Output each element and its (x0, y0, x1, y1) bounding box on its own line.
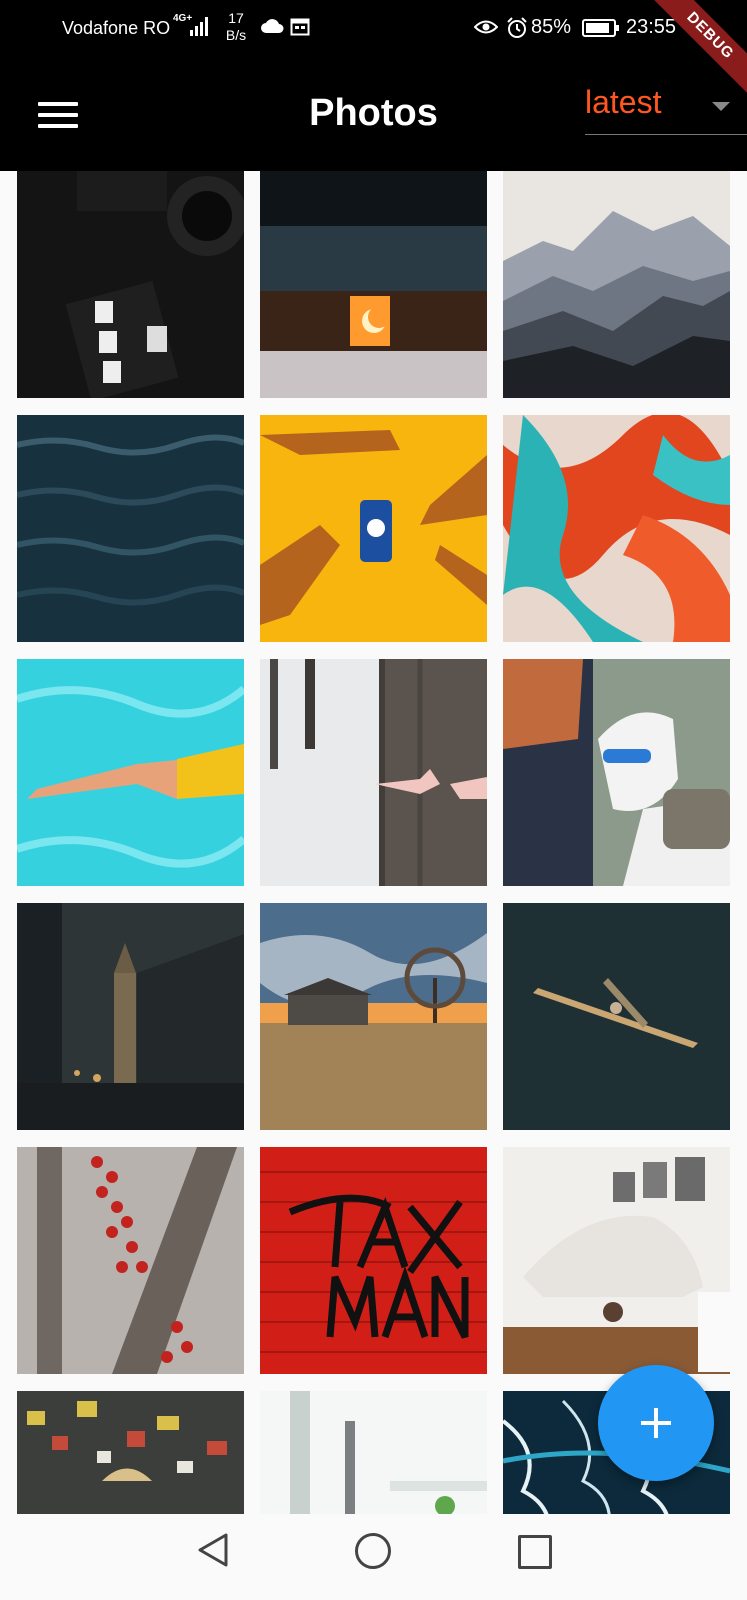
photo-image (17, 1391, 244, 1514)
photo-image (503, 415, 730, 642)
photo-image (260, 1391, 487, 1514)
photo-image (503, 903, 730, 1130)
photo-image (17, 415, 244, 642)
photo-tile[interactable] (260, 1391, 487, 1514)
alarm-icon (507, 17, 527, 38)
speed-value: 17 (228, 10, 244, 26)
photo-tile[interactable] (260, 659, 487, 886)
photo-tile[interactable] (503, 1147, 730, 1374)
photo-image (17, 1147, 244, 1374)
photo-image (260, 1147, 487, 1374)
photo-tile[interactable] (17, 1391, 244, 1514)
photo-image (260, 903, 487, 1130)
photo-tile[interactable] (260, 1147, 487, 1374)
photo-image (260, 415, 487, 642)
photo-tile[interactable] (17, 1147, 244, 1374)
photo-tile[interactable] (503, 171, 730, 398)
photo-tile[interactable] (17, 415, 244, 642)
photo-tile[interactable] (260, 415, 487, 642)
photo-tile[interactable] (260, 171, 487, 398)
debug-label: DEBUG (647, 0, 747, 99)
photo-grid (0, 171, 747, 1514)
photo-image (17, 171, 244, 398)
battery-percent: 85% (531, 16, 572, 38)
speed-unit: B/s (225, 27, 247, 43)
photo-image (260, 659, 487, 886)
photo-image (503, 659, 730, 886)
network-speed: 17 B/s (222, 10, 250, 44)
photo-tile[interactable] (503, 903, 730, 1130)
photo-image (503, 171, 730, 398)
debug-banner: DEBUG (627, 0, 747, 120)
photo-tile[interactable] (17, 659, 244, 886)
photo-tile[interactable] (17, 903, 244, 1130)
battery-icon (582, 19, 619, 37)
photo-tile[interactable] (503, 659, 730, 886)
home-icon[interactable] (355, 1533, 391, 1569)
back-icon[interactable] (196, 1532, 230, 1568)
photo-image (260, 171, 487, 398)
photo-tile[interactable] (503, 415, 730, 642)
add-photo-button[interactable] (598, 1365, 714, 1481)
photo-tile[interactable] (260, 903, 487, 1130)
system-nav-bar (0, 1514, 747, 1600)
carrier-name: Vodafone RO (62, 18, 171, 38)
photo-image (17, 659, 244, 886)
photo-image (503, 1147, 730, 1374)
recents-icon[interactable] (518, 1535, 552, 1569)
photo-image (17, 903, 244, 1130)
eye-comfort-icon (474, 20, 498, 34)
photo-tile[interactable] (17, 171, 244, 398)
signal-icon (190, 17, 208, 36)
cloud-icon (261, 19, 284, 33)
calendar-icon (290, 18, 310, 36)
